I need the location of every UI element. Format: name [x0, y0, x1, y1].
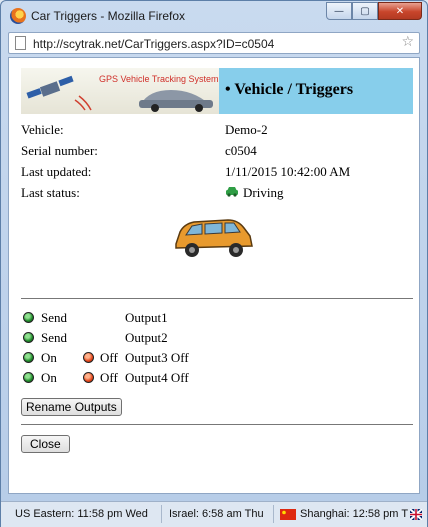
window-controls: — ▢ ✕	[326, 2, 422, 20]
rename-outputs-button[interactable]: Rename Outputs	[21, 398, 122, 416]
bookmark-star-icon[interactable]: ☆	[401, 34, 414, 50]
output3-on-button[interactable]	[23, 352, 34, 363]
page-header: GPS Vehicle Tracking System • Vehicle / …	[21, 68, 413, 114]
send-output1-button[interactable]	[23, 312, 34, 323]
serial-label: Serial number:	[21, 143, 98, 158]
china-flag-icon	[280, 509, 296, 520]
last-status-value: Driving	[243, 185, 284, 200]
output3-off-button[interactable]	[83, 352, 94, 363]
status-separator	[273, 505, 274, 523]
shanghai-time: Shanghai: 12:58 pm Thu	[300, 508, 408, 520]
output-name: Output2	[125, 330, 168, 345]
on-label: On	[41, 370, 57, 385]
us-eastern-time: US Eastern: 11:58 pm Wed	[15, 508, 148, 520]
output-name: Output1	[125, 310, 168, 325]
section-divider	[21, 298, 413, 299]
close-window-button[interactable]: ✕	[378, 2, 422, 20]
output-name: Output3 Off	[125, 350, 189, 365]
status-separator	[161, 505, 162, 523]
window-title: Car Triggers - Mozilla Firefox	[31, 9, 186, 23]
vehicle-label: Vehicle:	[21, 122, 64, 137]
page-content: GPS Vehicle Tracking System • Vehicle / …	[8, 57, 420, 494]
page-title-box: • Vehicle / Triggers	[219, 68, 413, 114]
close-button[interactable]: Close	[21, 435, 70, 453]
driving-car-icon	[226, 187, 238, 197]
url-bar[interactable]: http://scytrak.net/CarTriggers.aspx?ID=c…	[8, 32, 420, 54]
on-label: On	[41, 350, 57, 365]
page-title: • Vehicle / Triggers	[225, 81, 354, 98]
vehicle-value: Demo-2	[225, 122, 268, 137]
page-icon	[15, 36, 26, 50]
off-label: Off	[100, 370, 118, 385]
firefox-icon	[10, 8, 26, 24]
logo-text: GPS Vehicle Tracking System	[99, 74, 219, 84]
serial-value: c0504	[225, 143, 257, 158]
send-label: Send	[41, 310, 67, 325]
last-status-label: Last status:	[21, 185, 80, 200]
send-output2-button[interactable]	[23, 332, 34, 343]
logo: GPS Vehicle Tracking System	[21, 68, 219, 114]
last-updated-value: 1/11/2015 10:42:00 AM	[225, 164, 351, 179]
off-label: Off	[100, 350, 118, 365]
maximize-button[interactable]: ▢	[352, 2, 378, 20]
title-bar[interactable]: Car Triggers - Mozilla Firefox — ▢ ✕	[1, 1, 427, 31]
status-bar: US Eastern: 11:58 pm Wed Israel: 6:58 am…	[1, 501, 427, 527]
output4-off-button[interactable]	[83, 372, 94, 383]
last-updated-label: Last updated:	[21, 164, 92, 179]
send-label: Send	[41, 330, 67, 345]
minimize-button[interactable]: —	[326, 2, 352, 20]
output-name: Output4 Off	[125, 370, 189, 385]
uk-flag-icon	[410, 509, 422, 520]
browser-window: Car Triggers - Mozilla Firefox — ▢ ✕ htt…	[0, 0, 428, 527]
url-text[interactable]: http://scytrak.net/CarTriggers.aspx?ID=c…	[33, 37, 274, 51]
section-divider	[21, 424, 413, 425]
vehicle-car-image	[175, 219, 253, 257]
output4-on-button[interactable]	[23, 372, 34, 383]
israel-time: Israel: 6:58 am Thu	[169, 508, 264, 520]
